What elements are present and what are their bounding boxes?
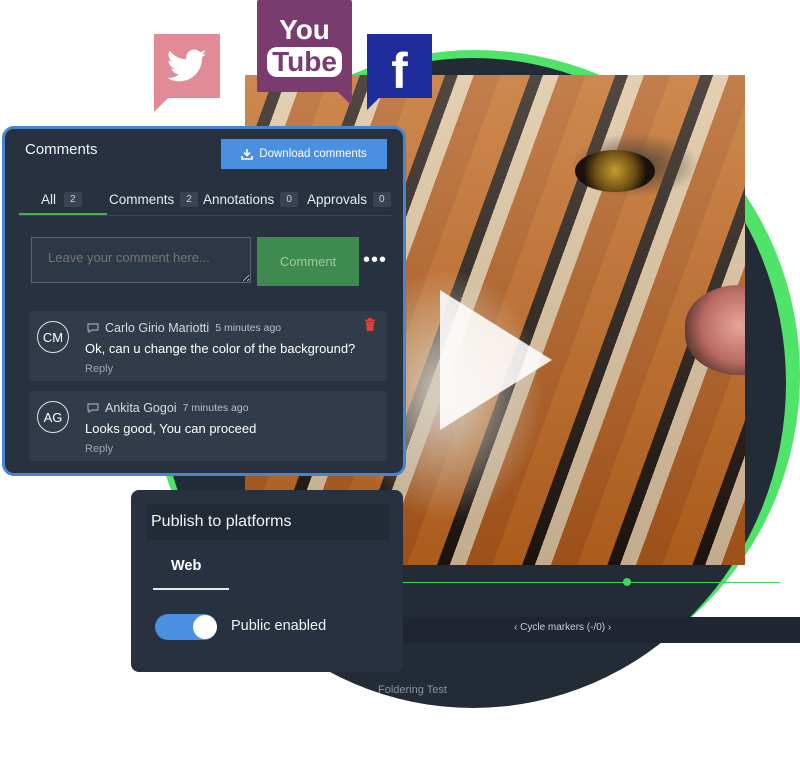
download-icon (241, 149, 254, 160)
timeline-track[interactable] (400, 582, 780, 583)
bird-icon (167, 49, 207, 82)
avatar: AG (37, 401, 69, 433)
twitter-icon[interactable] (154, 34, 220, 98)
chevron-right-icon[interactable]: › (608, 622, 611, 633)
facebook-icon[interactable]: f (367, 34, 432, 99)
toggle-knob (193, 615, 217, 639)
active-tab-indicator (153, 588, 229, 590)
comment-author: Carlo Girio Mariotti (105, 321, 210, 335)
count-badge: 0 (280, 191, 298, 207)
comment-time: 7 minutes ago (182, 402, 249, 414)
cycle-markers[interactable]: ‹ Cycle markers (-/0) › (514, 622, 611, 633)
folder-label: Foldering Test (378, 684, 447, 696)
comment-item: AG Ankita Gogoi 7 minutes ago Looks good… (29, 391, 387, 461)
count-badge: 2 (64, 191, 82, 207)
avatar: CM (37, 321, 69, 353)
tab-web[interactable]: Web (171, 558, 201, 574)
toggle-label: Public enabled (231, 618, 327, 634)
public-toggle[interactable] (155, 614, 217, 640)
comment-author: Ankita Gogoi (105, 401, 177, 415)
trash-icon[interactable] (364, 318, 376, 336)
download-comments-button[interactable]: Download comments (221, 139, 387, 169)
chevron-left-icon[interactable]: ‹ (514, 622, 517, 633)
tab-comments[interactable]: Comments 2 (109, 181, 198, 217)
reply-link[interactable]: Reply (85, 363, 113, 375)
active-tab-indicator (19, 213, 107, 215)
comment-text: Ok, can u change the color of the backgr… (85, 341, 356, 356)
count-badge: 0 (373, 191, 391, 207)
tab-annotations[interactable]: Annotations 0 (203, 181, 298, 217)
timeline-marker[interactable] (623, 578, 631, 586)
youtube-tail (338, 92, 352, 106)
comment-time: 5 minutes ago (215, 322, 282, 334)
comments-title: Comments (25, 141, 98, 158)
comment-bubble-icon (87, 403, 99, 413)
comment-button[interactable]: Comment (257, 237, 359, 286)
comment-tabs: All 2 Comments 2 Annotations 0 Approvals… (19, 181, 391, 217)
youtube-icon[interactable]: You Tube (257, 0, 352, 92)
play-icon[interactable] (440, 290, 552, 430)
comment-item: CM Carlo Girio Mariotti 5 minutes ago Ok… (29, 311, 387, 381)
comment-bubble-icon (87, 323, 99, 333)
facebook-tail (367, 98, 379, 110)
twitter-tail (154, 98, 168, 112)
publish-title: Publish to platforms (147, 504, 389, 540)
reply-link[interactable]: Reply (85, 443, 113, 455)
tabs-divider (19, 215, 391, 216)
publish-panel: Publish to platforms Web Public enabled (131, 490, 403, 672)
more-options-icon[interactable]: ••• (363, 249, 387, 272)
tiger-eye (575, 150, 655, 192)
comment-input[interactable] (31, 237, 251, 283)
comment-text: Looks good, You can proceed (85, 421, 257, 436)
tab-approvals[interactable]: Approvals 0 (307, 181, 391, 217)
tab-all[interactable]: All 2 (41, 181, 82, 217)
count-badge: 2 (180, 191, 198, 207)
comments-panel: Comments Download comments All 2 Comment… (2, 126, 406, 476)
